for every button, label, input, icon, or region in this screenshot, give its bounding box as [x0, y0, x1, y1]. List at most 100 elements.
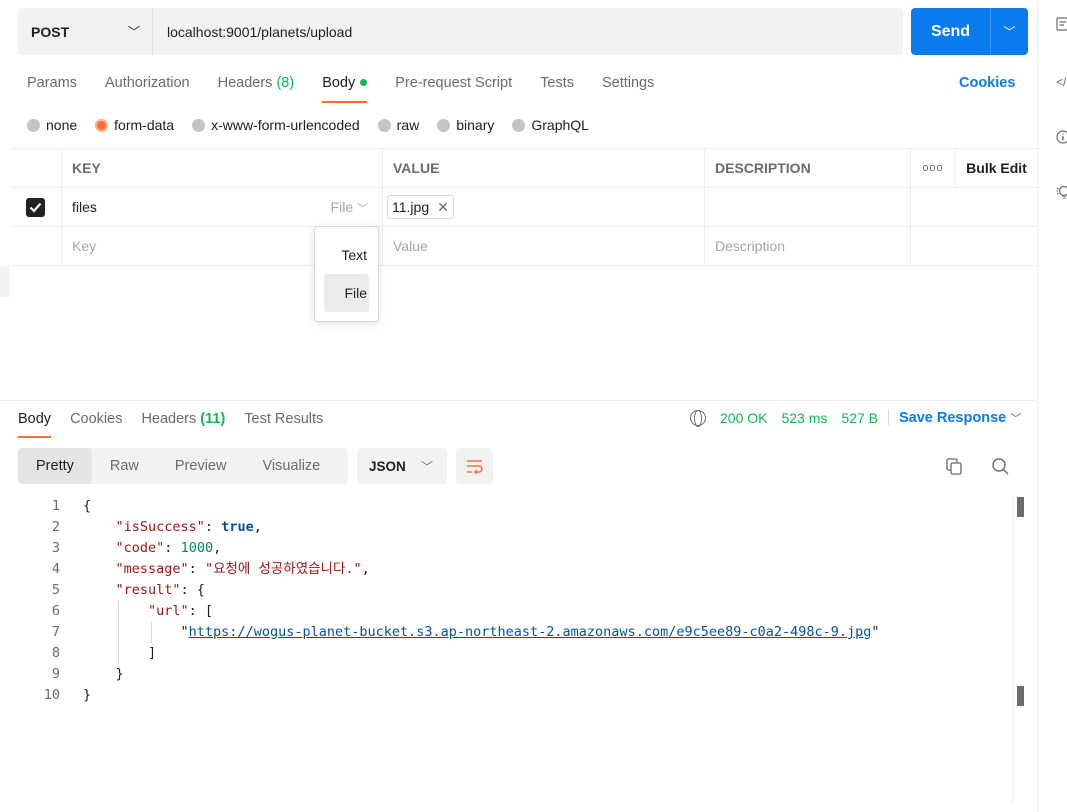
line-number: 7 [51, 624, 60, 640]
row-spacer [911, 227, 1037, 265]
value-cell[interactable]: 11.jpg ✕ [383, 188, 705, 226]
tab-label: Cookies [70, 411, 123, 427]
radio-icon [27, 118, 40, 132]
line-number: 8 [51, 645, 60, 661]
key-cell[interactable]: files File ﹀ [62, 188, 383, 226]
header-value: VALUE [383, 149, 705, 187]
indent-guide [118, 643, 119, 664]
save-response-button[interactable]: Save Response ﹀ [899, 410, 1021, 426]
view-preview[interactable]: Preview [157, 448, 245, 484]
tab-settings[interactable]: Settings [602, 73, 654, 103]
status-code[interactable]: 200 OK [720, 410, 767, 426]
check-icon [29, 202, 42, 213]
tab-test-results[interactable]: Test Results [244, 410, 323, 438]
table-row-empty: Key Value Description [10, 227, 1037, 266]
globe-icon[interactable] [690, 410, 706, 427]
line-number: 6 [51, 603, 60, 619]
code-line: 3 "code": 1000, [0, 538, 1010, 559]
url-input[interactable]: localhost:9001/planets/upload [153, 24, 352, 40]
response-body-code[interactable]: 1{ 2 "isSuccess": true, 3 "code": 1000, … [0, 496, 1010, 706]
tab-params[interactable]: Params [27, 73, 77, 103]
type-dropdown: Text File [314, 226, 379, 322]
body-type-radios: none form-data x-www-form-urlencoded raw… [27, 116, 607, 134]
response-time[interactable]: 523 ms [781, 410, 827, 426]
indent-guide [118, 622, 119, 643]
documentation-icon[interactable] [1056, 17, 1067, 31]
method-select[interactable]: POST ﹀ [18, 8, 153, 55]
value-input[interactable]: Value [383, 227, 705, 265]
radio-label: x-www-form-urlencoded [211, 117, 360, 133]
tab-response-headers[interactable]: Headers (11) [141, 410, 225, 438]
pane-divider[interactable] [0, 400, 1037, 401]
dropdown-option-text[interactable]: Text [324, 236, 369, 274]
tab-pre-request-script[interactable]: Pre-request Script [395, 73, 512, 103]
right-sidebar: </ [1037, 0, 1067, 812]
chevron-down-icon[interactable]: ﹀ [991, 23, 1028, 40]
response-size[interactable]: 527 B [841, 410, 878, 426]
send-button[interactable]: Send ﹀ [911, 8, 1028, 55]
code-text: "message": "요청에 성공하였습니다.", [115, 561, 370, 577]
table-row: files File ﹀ 11.jpg ✕ [10, 188, 1037, 227]
scroll-marker[interactable] [1017, 686, 1024, 706]
line-number: 3 [51, 540, 60, 556]
description-cell[interactable] [705, 188, 911, 226]
divider [888, 410, 889, 426]
code-icon[interactable]: </ [1056, 75, 1067, 89]
tab-label: Body [18, 411, 52, 427]
code-line: 7 "https://wogus-planet-bucket.s3.ap-nor… [0, 622, 1010, 643]
lightbulb-icon[interactable] [1056, 185, 1067, 199]
radio-raw[interactable]: raw [377, 117, 419, 133]
copy-icon[interactable] [944, 456, 964, 476]
search-icon[interactable] [990, 456, 1010, 476]
radio-form-data[interactable]: form-data [95, 117, 174, 133]
close-icon[interactable]: ✕ [437, 199, 449, 216]
method-label: POST [31, 23, 70, 40]
tab-label: Params [27, 75, 77, 91]
format-select[interactable]: JSON ﹀ [357, 448, 447, 484]
dropdown-option-file[interactable]: File [324, 274, 369, 312]
wrap-lines-button[interactable] [456, 448, 493, 484]
info-icon[interactable] [1056, 130, 1067, 144]
line-number: 2 [51, 519, 60, 535]
json-value: true [221, 519, 254, 535]
type-select[interactable]: File ﹀ [331, 199, 368, 216]
tab-response-body[interactable]: Body [18, 410, 52, 438]
row-check-cell [10, 227, 62, 265]
radio-none[interactable]: none [27, 117, 77, 133]
tab-response-cookies[interactable]: Cookies [70, 410, 122, 438]
cookies-link[interactable]: Cookies [959, 75, 1015, 91]
tab-headers[interactable]: Headers (8) [218, 73, 295, 103]
radio-icon [437, 118, 451, 132]
gutter-mark [0, 266, 9, 297]
more-options-icon[interactable]: ooo [911, 149, 956, 187]
radio-label: GraphQL [531, 117, 589, 133]
code-line: 10} [0, 685, 1010, 706]
code-text: "code": 1000, [115, 540, 222, 556]
code-line: 8 ] [0, 643, 1010, 664]
tab-body[interactable]: Body [322, 73, 368, 103]
tab-tests[interactable]: Tests [540, 73, 574, 103]
row-spacer [911, 188, 1037, 226]
radio-graphql[interactable]: GraphQL [512, 117, 589, 133]
row-checkbox[interactable] [26, 197, 45, 217]
radio-binary[interactable]: binary [437, 117, 494, 133]
code-text: "isSuccess": true, [115, 519, 262, 535]
view-visualize[interactable]: Visualize [244, 448, 338, 484]
tab-label: Tests [540, 75, 574, 91]
json-url-link[interactable]: https://wogus-planet-bucket.s3.ap-northe… [189, 624, 872, 640]
view-pretty[interactable]: Pretty [18, 448, 92, 484]
format-label: JSON [369, 458, 406, 474]
view-raw[interactable]: Raw [92, 448, 157, 484]
request-pane: POST ﹀ localhost:9001/planets/upload Sen… [0, 0, 1037, 812]
code-text: } [83, 666, 124, 682]
scroll-marker[interactable] [1017, 497, 1024, 517]
json-key: "url" [148, 603, 189, 619]
bulk-edit-button[interactable]: Bulk Edit [956, 149, 1037, 187]
radio-urlencoded[interactable]: x-www-form-urlencoded [192, 117, 360, 133]
line-number: 10 [43, 687, 60, 703]
response-status: 200 OK 523 ms 527 B Save Response ﹀ [690, 410, 1021, 427]
tab-authorization[interactable]: Authorization [105, 73, 190, 103]
code-text: "result": { [115, 582, 205, 598]
description-input[interactable]: Description [705, 227, 911, 265]
key-text: files [72, 199, 97, 215]
